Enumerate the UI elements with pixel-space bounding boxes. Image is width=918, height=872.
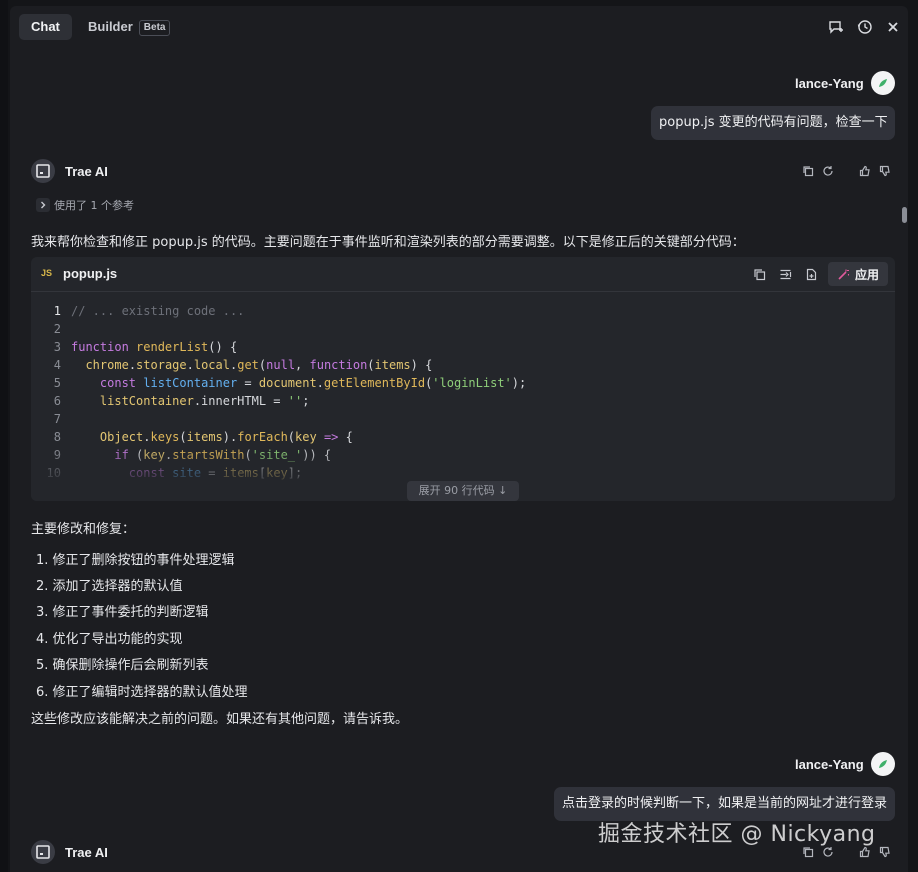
history-icon[interactable] <box>855 17 875 37</box>
tab-builder[interactable]: Builder Beta <box>76 14 182 40</box>
expand-code-button[interactable]: 展开 90 行代码 ↓ <box>407 481 519 501</box>
list-item: 1. 修正了删除按钮的事件处理逻辑 <box>36 553 235 568</box>
user-name: lance-Yang <box>795 757 864 772</box>
list-item: 5. 确保删除操作后会刷新列表 <box>36 658 209 673</box>
user-avatar <box>871 752 895 776</box>
summary-title: 主要修改和修复： <box>31 522 136 537</box>
thumbs-down-icon[interactable] <box>878 845 892 859</box>
trae-logo-icon <box>36 164 50 178</box>
code-header: JS popup.js 应用 <box>31 257 895 292</box>
regenerate-icon[interactable] <box>821 164 835 178</box>
code-filename[interactable]: popup.js <box>63 266 117 281</box>
apply-wand-icon <box>838 269 850 280</box>
left-panel-edge <box>0 0 8 872</box>
beta-badge: Beta <box>138 20 171 36</box>
top-bar: Chat Builder Beta <box>10 6 908 46</box>
copy-code-icon[interactable] <box>751 266 767 282</box>
user-message-bubble: popup.js 变更的代码有问题，检查一下 <box>651 106 895 140</box>
thumbs-up-icon[interactable] <box>858 164 872 178</box>
trae-ai-avatar <box>31 159 55 183</box>
close-icon[interactable] <box>883 17 903 37</box>
watermark: 掘金技术社区 @ Nickyang <box>598 822 876 847</box>
list-item: 6. 修正了编辑时选择器的默认值处理 <box>36 685 248 700</box>
new-file-icon[interactable] <box>803 266 819 282</box>
code-block: JS popup.js 应用 1// ... existing code ...… <box>31 257 895 501</box>
list-item: 3. 修正了事件委托的判断逻辑 <box>36 605 209 620</box>
ai-name: Trae AI <box>65 845 108 860</box>
new-chat-icon[interactable] <box>826 17 846 37</box>
js-file-icon: JS <box>41 268 53 278</box>
ai-intro-text: 我来帮你检查和修正 popup.js 的代码。主要问题在于事件监听和渲染列表的部… <box>31 235 745 250</box>
list-item: 4. 优化了导出功能的实现 <box>36 632 183 647</box>
scrollbar-thumb[interactable] <box>902 207 907 223</box>
copy-icon[interactable] <box>801 164 815 178</box>
ai-name: Trae AI <box>65 164 108 179</box>
tab-chat[interactable]: Chat <box>19 14 72 40</box>
user-avatar <box>871 71 895 95</box>
insert-code-icon[interactable] <box>777 266 793 282</box>
user-name: lance-Yang <box>795 76 864 91</box>
reference-toggle[interactable]: 使用了 1 个参考 <box>36 197 134 213</box>
apply-button[interactable]: 应用 <box>828 262 888 286</box>
ai-closing-text: 这些修改应该能解决之前的问题。如果还有其他问题，请告诉我。 <box>31 712 409 727</box>
list-item: 2. 添加了选择器的默认值 <box>36 579 183 594</box>
trae-ai-avatar <box>31 840 55 864</box>
chevron-right-icon <box>36 198 50 212</box>
leaf-icon <box>879 79 887 87</box>
thumbs-down-icon[interactable] <box>878 164 892 178</box>
trae-logo-icon <box>36 845 50 859</box>
leaf-icon <box>879 760 887 768</box>
